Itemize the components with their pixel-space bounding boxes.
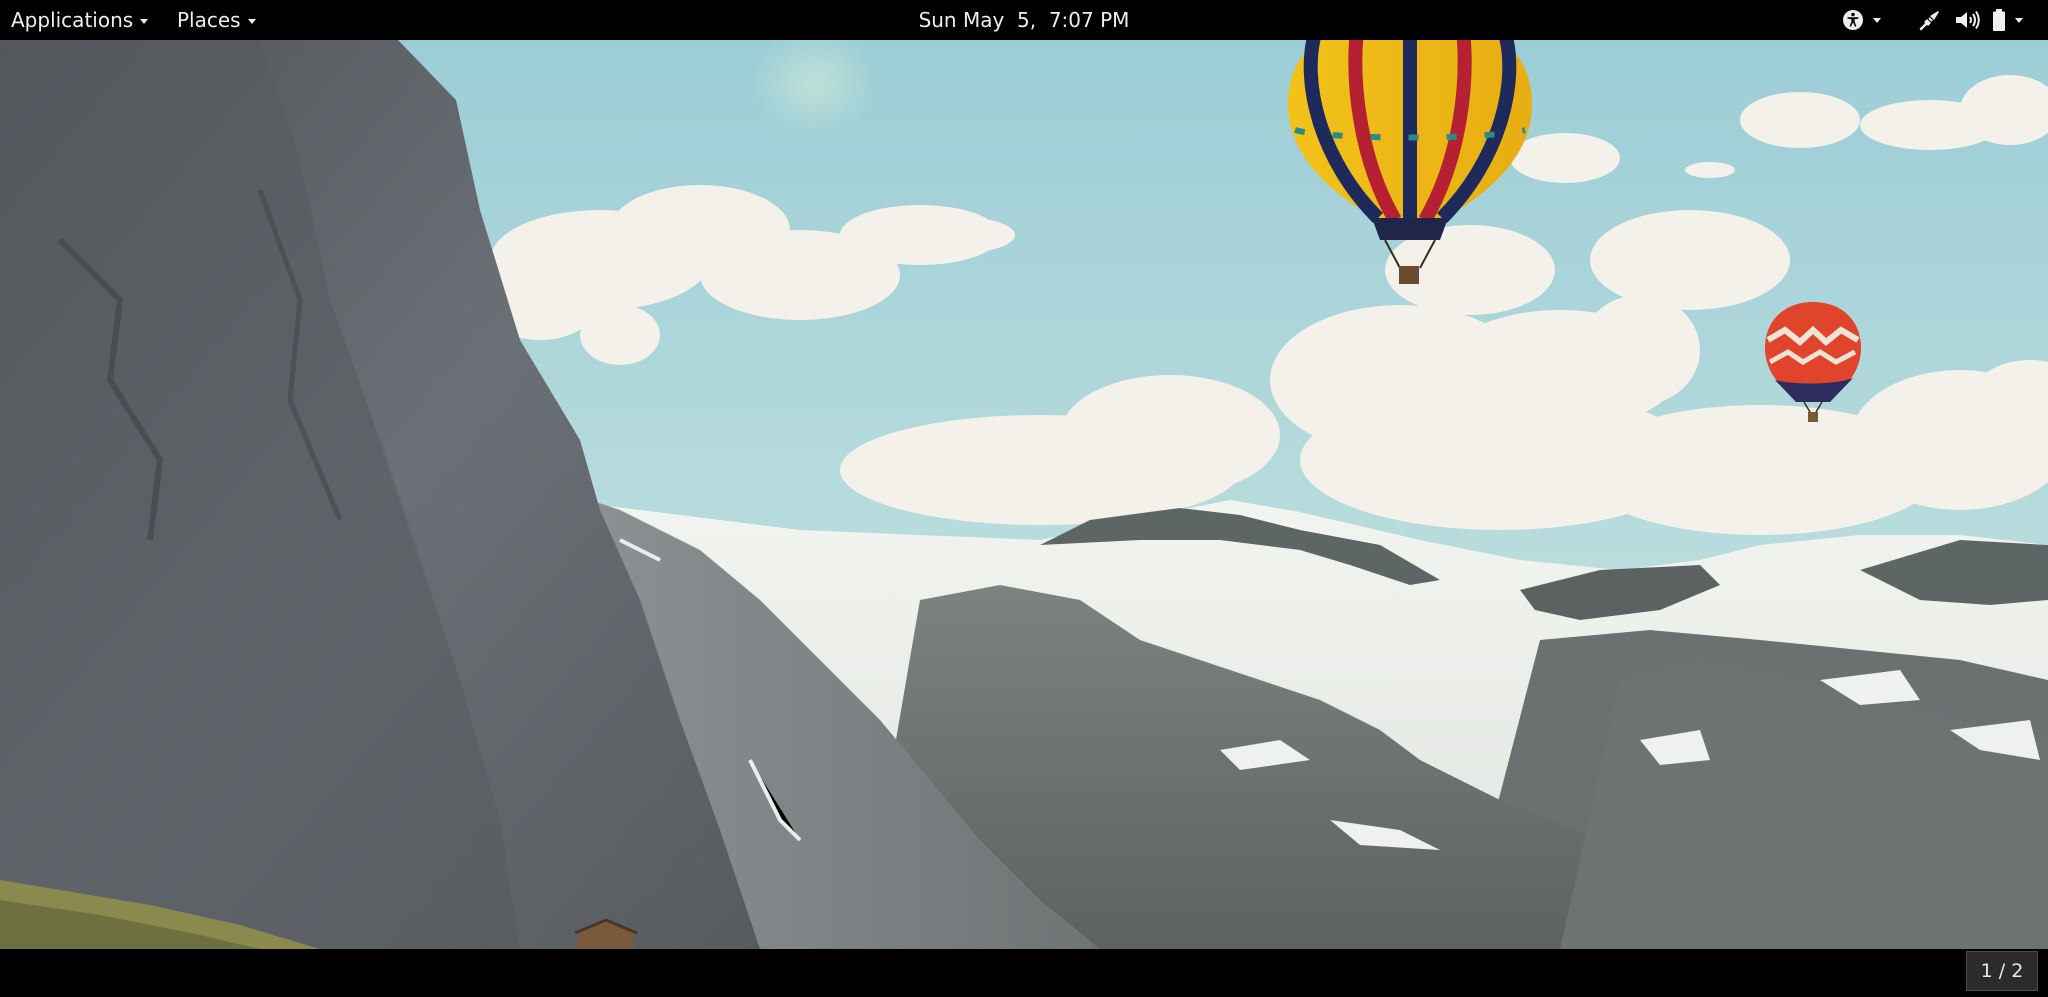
places-menu[interactable]: Places bbox=[177, 0, 256, 40]
system-menu[interactable] bbox=[1918, 0, 2023, 40]
clock-button[interactable]: Sun May 5, 7:07 PM bbox=[919, 8, 1130, 32]
network-wired-icon bbox=[1918, 8, 1942, 32]
places-label: Places bbox=[177, 8, 241, 32]
desktop-wallpaper bbox=[0, 40, 2048, 949]
workspace-indicator-label: 1 / 2 bbox=[1980, 960, 2024, 982]
applications-menu[interactable]: Applications bbox=[11, 0, 149, 40]
wallpaper-image bbox=[0, 40, 2048, 949]
battery-icon bbox=[1992, 8, 2006, 32]
accessibility-menu[interactable] bbox=[1842, 0, 1881, 40]
top-bar: Applications Places Sun May 5, 7:07 PM bbox=[0, 0, 2048, 40]
volume-icon bbox=[1954, 9, 1980, 31]
applications-label: Applications bbox=[11, 8, 134, 32]
bottom-bar: 1 / 2 bbox=[0, 949, 2048, 997]
chevron-down-icon bbox=[2015, 17, 2023, 23]
chevron-down-icon bbox=[247, 18, 256, 24]
chevron-down-icon bbox=[1873, 17, 1881, 23]
accessibility-icon bbox=[1842, 9, 1864, 31]
workspace-indicator[interactable]: 1 / 2 bbox=[1966, 951, 2038, 991]
chevron-down-icon bbox=[140, 18, 149, 24]
desktop: Applications Places Sun May 5, 7:07 PM 1… bbox=[0, 0, 2048, 997]
clock-container: Sun May 5, 7:07 PM bbox=[0, 0, 2048, 40]
